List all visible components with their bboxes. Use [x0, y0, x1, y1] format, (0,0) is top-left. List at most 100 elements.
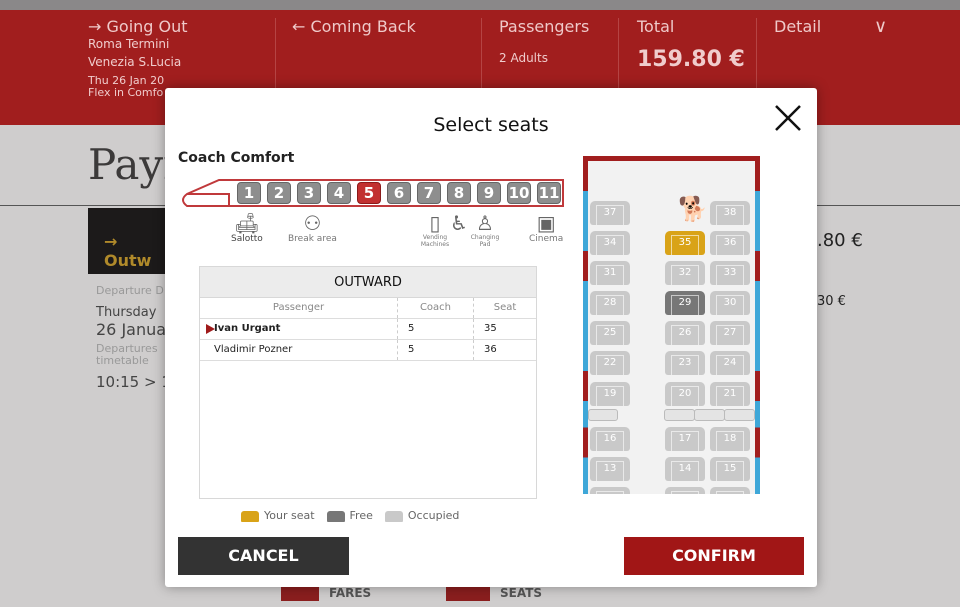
seat-23[interactable]: 23: [665, 351, 705, 375]
seat-13[interactable]: 13: [590, 457, 630, 481]
seat-24[interactable]: 24: [710, 351, 750, 375]
seat-38[interactable]: 38: [710, 201, 750, 225]
coach-2-button[interactable]: 2: [267, 182, 291, 204]
seat-21[interactable]: 21: [710, 382, 750, 406]
price: .80 €: [817, 230, 863, 251]
coach-7-button[interactable]: 7: [417, 182, 441, 204]
coach-6-button[interactable]: 6: [387, 182, 411, 204]
seats-label: SEATS: [500, 586, 543, 600]
changing-pad-icon: ♙: [476, 211, 494, 235]
seat-37[interactable]: 37: [590, 201, 630, 225]
seat-34[interactable]: 34: [590, 231, 630, 255]
wheelchair-icon: ♿: [450, 211, 468, 235]
seat-15[interactable]: 15: [710, 457, 750, 481]
top-strip: [0, 0, 960, 10]
coach-selector: 1 2 3 4 5 6 7 8 9 10 11: [237, 182, 561, 204]
seat-12[interactable]: 12: [710, 487, 750, 494]
coach-8-button[interactable]: 8: [447, 182, 471, 204]
total-value: 159.80 €: [637, 47, 745, 72]
departure-time: 10:15 > 1: [96, 373, 171, 391]
seat-33[interactable]: 33: [710, 261, 750, 285]
passengers-label: Passengers: [499, 17, 590, 36]
table-row[interactable]: Vladimir Pozner 5 36: [200, 340, 536, 361]
departure-label: Departure D: [96, 284, 164, 297]
seat-28[interactable]: 28: [590, 291, 630, 315]
arrow-left-icon: ←: [292, 17, 311, 36]
coach-5-button[interactable]: 5: [357, 182, 381, 204]
seat-18[interactable]: 18: [710, 427, 750, 451]
header-coach: Coach: [398, 298, 474, 318]
coach-class-label: Coach Comfort: [178, 150, 295, 166]
arrow-right-icon: →: [88, 17, 107, 36]
seat-35[interactable]: 35: [665, 231, 705, 255]
pet-area-icon: 🐕: [678, 195, 708, 223]
seat-19[interactable]: 19: [590, 382, 630, 406]
passenger-seat-table: OUTWARD Passenger Coach Seat Ivan Urgant…: [199, 266, 537, 499]
seat-number: 35: [484, 323, 497, 334]
seat-14[interactable]: 14: [665, 457, 705, 481]
price-secondary: 30 €: [817, 294, 846, 309]
close-icon[interactable]: [773, 103, 803, 133]
seat-11[interactable]: 11: [665, 487, 705, 494]
coach-wall-left: [583, 161, 588, 494]
departures-label: Departures timetable: [96, 342, 158, 367]
seat-29[interactable]: 29: [665, 291, 705, 315]
table-icon: [724, 409, 755, 421]
seat-36[interactable]: 36: [710, 231, 750, 255]
fares-tab[interactable]: FARES: [281, 586, 371, 601]
coach-3-button[interactable]: 3: [297, 182, 321, 204]
seat-32[interactable]: 32: [665, 261, 705, 285]
header-passenger: Passenger: [200, 298, 398, 318]
table-icon: [588, 409, 618, 421]
seat-27[interactable]: 27: [710, 321, 750, 345]
wheelchair: ♿: [450, 212, 468, 234]
coach-1-button[interactable]: 1: [237, 182, 261, 204]
amenity-label: Vending Machines: [420, 234, 450, 248]
confirm-button[interactable]: CONFIRM: [624, 537, 804, 575]
table-icon: [694, 409, 725, 421]
coach-10-button[interactable]: 10: [507, 182, 531, 204]
trip-info: Departure D Thursday 26 Januar Departure…: [96, 284, 173, 391]
coach-number: 5: [398, 340, 474, 360]
coach-wall-right: [755, 161, 760, 494]
coach-number: 5: [398, 319, 474, 339]
legend-occupied: Occupied: [384, 509, 460, 522]
armchair-icon: 🛋: [234, 211, 260, 235]
coach-9-button[interactable]: 9: [477, 182, 501, 204]
coach-11-button[interactable]: 11: [537, 182, 561, 204]
table-row[interactable]: Ivan Urgant 5 35: [200, 319, 536, 340]
outward-tab[interactable]: → Outw: [88, 208, 168, 274]
arrow-right-icon: →: [104, 232, 118, 251]
seat-16[interactable]: 16: [590, 427, 630, 451]
seats-tab[interactable]: SEATS: [446, 586, 542, 601]
legend-free: Free: [326, 509, 373, 522]
seat-25[interactable]: 25: [590, 321, 630, 345]
seat-number: 36: [484, 344, 497, 355]
total-label: Total: [637, 17, 675, 36]
amenity-changing-pad: ♙ Changing Pad: [469, 212, 501, 248]
going-out-label: Going Out: [106, 17, 188, 36]
seat-26[interactable]: 26: [665, 321, 705, 345]
seat-10[interactable]: 10: [590, 487, 630, 494]
seat-20[interactable]: 20: [665, 382, 705, 406]
amenity-label: Salotto: [231, 234, 263, 244]
vending-machine-icon: ▯: [429, 211, 441, 235]
legend-label: Occupied: [407, 509, 460, 522]
modal-title: Select seats: [433, 114, 549, 136]
coach-4-button[interactable]: 4: [327, 182, 351, 204]
seat-31[interactable]: 31: [590, 261, 630, 285]
cancel-button[interactable]: CANCEL: [178, 537, 349, 575]
departure-day: Thursday: [96, 305, 157, 320]
table-header-row: Passenger Coach Seat: [200, 298, 536, 319]
seat-17[interactable]: 17: [665, 427, 705, 451]
seat-map[interactable]: 🐕 37 38 34 35 36 31 32 33 28 29 30 25 26 27 22 23 24 19 20…: [583, 156, 760, 494]
seat-legend: Your seat Free Occupied: [241, 509, 459, 522]
fares-label: FARES: [329, 586, 372, 600]
seat-30[interactable]: 30: [710, 291, 750, 315]
passengers-value: 2 Adults: [499, 51, 548, 65]
legend-label: Free: [349, 509, 373, 522]
amenity-label: Break area: [288, 234, 337, 244]
break-area-icon: ⚇: [303, 211, 322, 235]
header-seat: Seat: [493, 302, 517, 313]
seat-22[interactable]: 22: [590, 351, 630, 375]
